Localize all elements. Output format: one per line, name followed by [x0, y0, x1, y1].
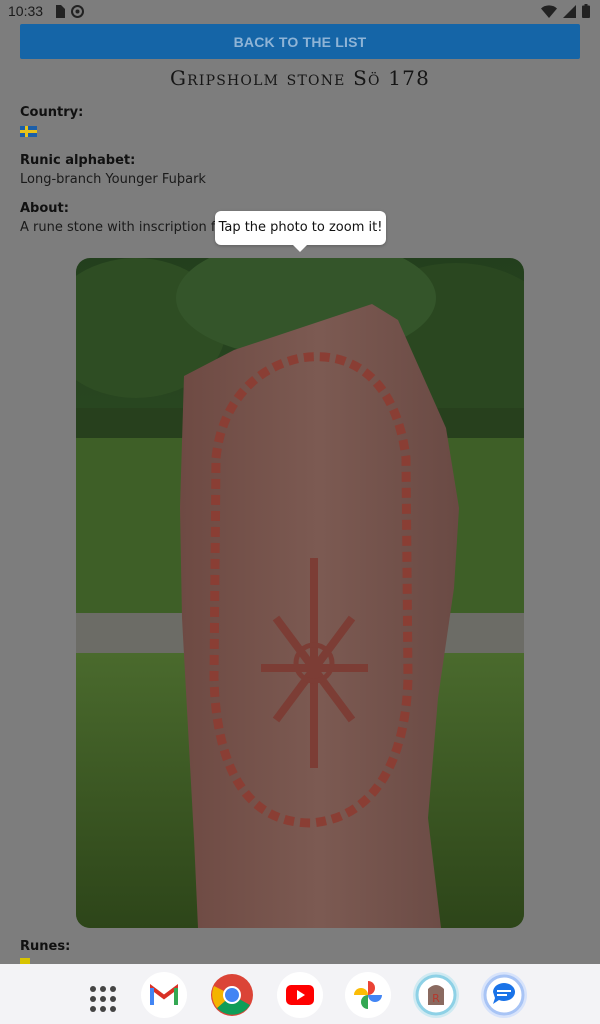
svg-text:R: R [432, 992, 440, 1005]
gmail-icon[interactable] [141, 972, 187, 1018]
back-to-list-button[interactable]: BACK TO THE LIST [20, 24, 580, 59]
chrome-icon[interactable] [209, 972, 255, 1018]
country-label: Country: [20, 105, 84, 120]
rune-stone-image [76, 258, 524, 928]
about-label: About: [20, 201, 69, 216]
about-value: A rune stone with inscription fro [20, 220, 229, 235]
photos-icon[interactable] [345, 972, 391, 1018]
rune-stone-photo[interactable] [76, 258, 524, 928]
runestone-app-icon[interactable]: R [413, 972, 459, 1018]
battery-icon [582, 4, 590, 18]
status-time: 10:33 [8, 3, 44, 19]
status-bar: 10:33 [0, 0, 600, 24]
wifi-icon [541, 4, 557, 18]
runes-label: Runes: [20, 939, 71, 954]
data-saver-icon [71, 5, 84, 18]
runic-alphabet-label: Runic alphabet: [20, 153, 136, 168]
runic-alphabet-value: Long-branch Younger Fuþark [20, 172, 206, 187]
sim-card-icon [56, 5, 65, 18]
page-title: Gripsholm stone Sö 178 [169, 66, 431, 90]
youtube-icon[interactable] [277, 972, 323, 1018]
app-drawer-icon[interactable] [80, 972, 126, 1018]
sweden-flag-icon [20, 126, 37, 137]
messages-icon[interactable] [481, 972, 527, 1018]
signal-icon [563, 4, 576, 18]
app-dock: R [0, 964, 600, 1024]
zoom-hint-tooltip: Tap the photo to zoom it! [215, 211, 386, 252]
